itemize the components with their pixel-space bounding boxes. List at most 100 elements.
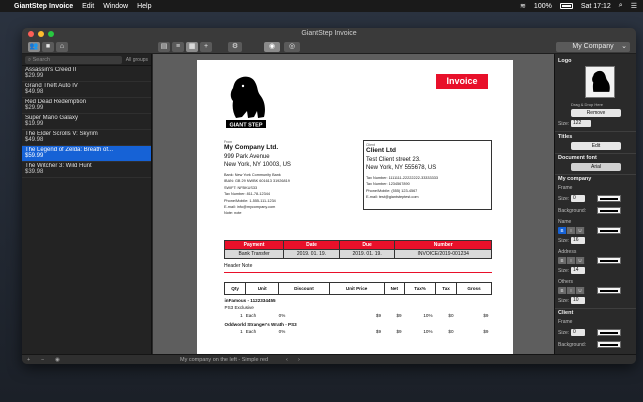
menu-list-icon[interactable]: ☰	[631, 2, 637, 10]
remove-item-icon[interactable]: −	[41, 355, 44, 364]
list-item[interactable]: Super Mario Galaxy $19.99	[22, 114, 151, 130]
company-select[interactable]: My Company ⌄	[556, 42, 630, 52]
invoice-title-badge: Invoice	[436, 74, 488, 89]
visibility-eye-icon[interactable]: ◉	[55, 355, 60, 364]
previous-template-icon[interactable]: ‹	[286, 355, 288, 364]
address-color-well[interactable]	[597, 257, 621, 264]
settings-gear-icon[interactable]: ⚙	[228, 42, 242, 52]
list-item[interactable]: Grand Theft Auto IV $49.98	[22, 82, 151, 98]
client-frame-size-field[interactable]: 0	[571, 329, 585, 336]
search-input[interactable]: ⌕ Search	[25, 55, 122, 64]
unit-price-header: Unit Price	[328, 282, 385, 295]
bold-toggle[interactable]: B	[558, 257, 567, 264]
table-row: 1 Each 0% $9 $9 10% $0 $9	[225, 311, 492, 319]
unit-price-cell: $9	[375, 328, 382, 334]
item-price: $29.99	[25, 105, 44, 111]
bold-toggle[interactable]: B	[558, 227, 567, 234]
item-group-title: inFamous - 1122334455	[224, 298, 276, 303]
frame-color-well[interactable]	[597, 195, 621, 202]
list-item-selected[interactable]: The Legend of Zelda: Breath of... $59.99	[22, 146, 151, 162]
groups-filter[interactable]: All groups	[126, 57, 148, 63]
close-window-button[interactable]	[28, 31, 34, 37]
frame-size-field[interactable]: 0	[571, 195, 585, 202]
underline-toggle[interactable]: U	[576, 287, 585, 294]
logo-section-title: Logo	[558, 58, 572, 64]
my-company-section-title: My company	[558, 176, 592, 182]
frame-size-label: Size:	[558, 196, 570, 202]
unit-header: Unit	[245, 282, 280, 295]
bold-toggle[interactable]: B	[558, 287, 567, 294]
window-titlebar: GiantStep Invoice	[22, 28, 636, 40]
underline-toggle[interactable]: U	[576, 257, 585, 264]
sender-name: My Company Ltd.	[224, 144, 279, 151]
background-color-well[interactable]	[597, 207, 621, 214]
menu-window[interactable]: Window	[103, 3, 128, 10]
client-email: E-mail: test@giantsteptest.com	[366, 195, 419, 200]
menu-app-name[interactable]: GiantStep Invoice	[14, 3, 73, 10]
net-header: Net	[383, 282, 406, 295]
others-color-well[interactable]	[597, 287, 621, 294]
address-size-field[interactable]: 14	[571, 267, 585, 274]
list-item[interactable]: Assassin's Creed II $29.99	[22, 66, 151, 82]
client-background-color-well[interactable]	[597, 341, 621, 348]
zoom-window-button[interactable]	[48, 31, 54, 37]
inspector-panel: Logo Drag & Drop Here Remove Size: 122 T…	[554, 54, 636, 354]
products-icon[interactable]: ■	[42, 42, 54, 52]
name-color-well[interactable]	[597, 227, 621, 234]
company-select-value: My Company	[572, 43, 614, 50]
menu-help[interactable]: Help	[137, 3, 151, 10]
list-item[interactable]: The Witcher 3: Wild Hunt $39.98	[22, 162, 151, 178]
logo-drop-well[interactable]	[585, 66, 615, 98]
customers-icon[interactable]: 👥	[28, 42, 40, 52]
italic-toggle[interactable]: I	[567, 287, 576, 294]
document-font-title: Document font	[558, 155, 597, 161]
logo-text: GIANT STEP	[229, 123, 262, 129]
qty-header: Qty	[223, 282, 247, 295]
add-item-icon[interactable]: +	[27, 355, 30, 364]
italic-toggle[interactable]: I	[567, 227, 576, 234]
menu-edit[interactable]: Edit	[82, 3, 94, 10]
italic-toggle[interactable]: I	[567, 257, 576, 264]
item-price: $19.99	[25, 121, 44, 127]
home-icon[interactable]: ⌂	[56, 42, 68, 52]
payment-table: Payment Date Due Number Bank Transfer 20…	[223, 240, 492, 259]
minimize-window-button[interactable]	[38, 31, 44, 37]
list-item[interactable]: The Elder Scrolls V: Skyrim $49.98	[22, 130, 151, 146]
bottom-bar: + − ◉ My company on the left - Simple re…	[22, 354, 636, 364]
client-frame-color-well[interactable]	[597, 329, 621, 336]
name-size-field[interactable]: 16	[571, 237, 585, 244]
next-template-icon[interactable]: ›	[298, 355, 300, 364]
list-view-icon[interactable]: ≡	[172, 42, 184, 52]
invoice-date: 2019. 01. 19.	[283, 249, 340, 259]
name-style-toggle[interactable]: BIU	[558, 227, 585, 234]
remove-logo-button[interactable]: Remove	[571, 109, 621, 117]
background-label: Background:	[558, 208, 587, 214]
search-icon[interactable]: ⌕	[619, 2, 623, 10]
battery-percent: 100%	[533, 2, 552, 10]
hide-eye-icon[interactable]: ◎	[284, 42, 300, 52]
document-view-icon[interactable]: ▤	[158, 42, 170, 52]
logo-size-field[interactable]: 122	[571, 120, 591, 127]
tax-percent-cell: 10%	[423, 312, 433, 318]
wifi-icon[interactable]: ≋	[520, 2, 526, 10]
others-size-field[interactable]: 10	[571, 297, 585, 304]
table-row: 1 Each 0% $9 $9 10% $0 $9	[225, 327, 492, 335]
discount-cell: 0%	[278, 312, 286, 318]
system-menu-bar: GiantStep Invoice Edit Window Help ≋ 100…	[0, 0, 643, 12]
font-select[interactable]: Arial	[571, 163, 621, 171]
drag-drop-hint: Drag & Drop Here	[571, 102, 604, 107]
battery-icon[interactable]	[559, 3, 573, 9]
items-table: Qty Unit Discount Unit Price Net Tax% Ta…	[223, 282, 492, 335]
clock[interactable]: Sat 17:12	[581, 3, 611, 10]
add-icon[interactable]: +	[200, 42, 212, 52]
edit-titles-button[interactable]: Edit	[571, 142, 621, 150]
table-view-icon[interactable]: ▦	[186, 42, 198, 52]
preview-eye-icon[interactable]: ◉	[264, 42, 280, 52]
underline-toggle[interactable]: U	[576, 227, 585, 234]
address-style-toggle[interactable]: BIU	[558, 257, 585, 264]
gross-header: Gross	[456, 282, 492, 295]
chevron-down-icon: ⌄	[621, 43, 627, 50]
list-item[interactable]: Red Dead Redemption $29.99	[22, 98, 151, 114]
due-date: 2019. 01. 19.	[338, 249, 396, 259]
others-style-toggle[interactable]: BIU	[558, 287, 585, 294]
